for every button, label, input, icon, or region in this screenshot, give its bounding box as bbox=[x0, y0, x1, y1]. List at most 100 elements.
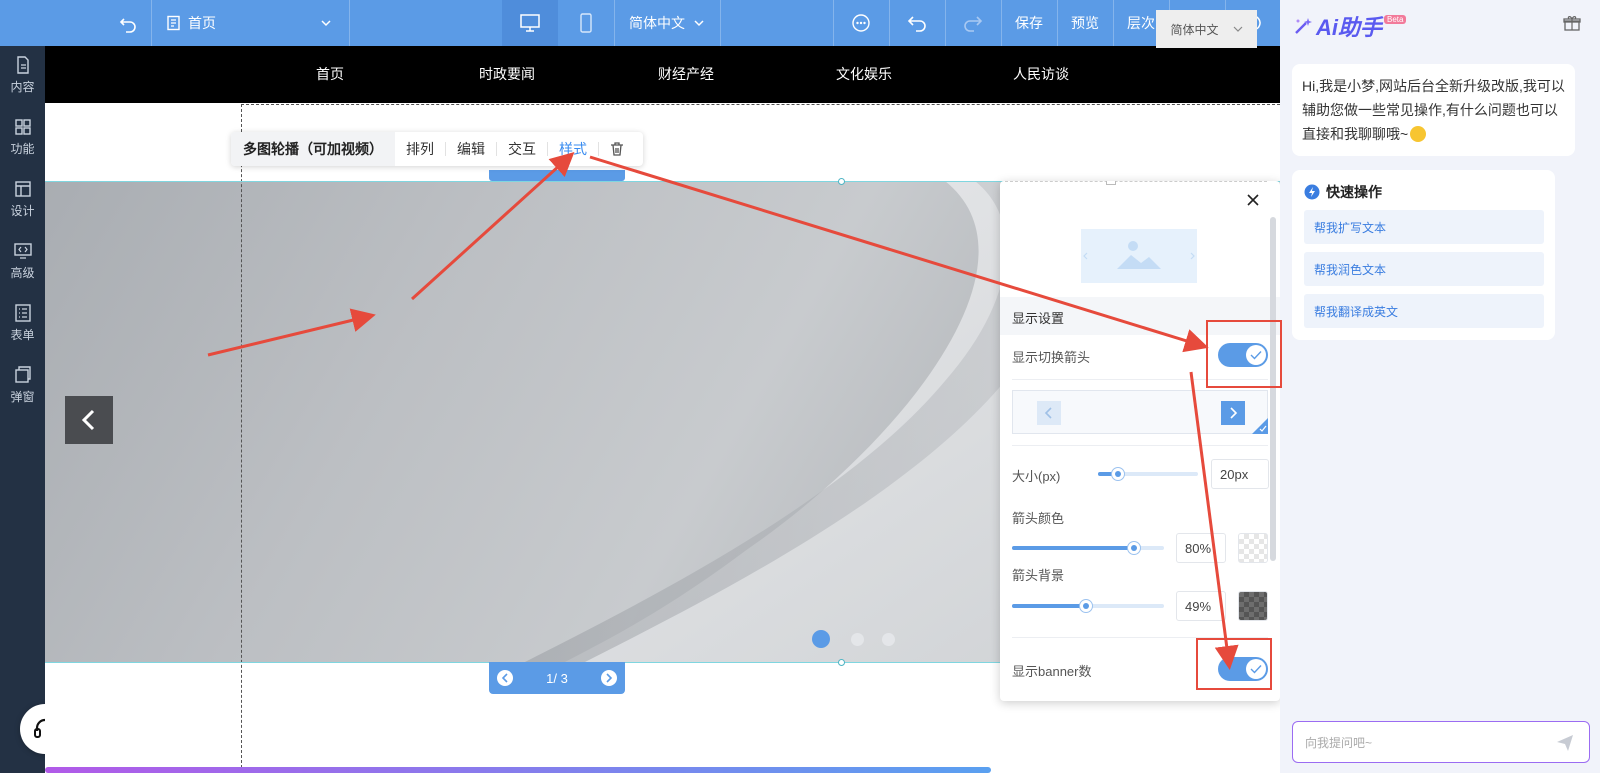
edit-button[interactable]: 编辑 bbox=[446, 142, 497, 156]
panel-scrollbar[interactable] bbox=[1270, 217, 1276, 561]
undo-icon bbox=[907, 16, 926, 32]
ai-title: Ai助手 bbox=[1316, 15, 1383, 40]
carousel-dot[interactable] bbox=[851, 633, 864, 646]
language-label: 简体中文 bbox=[629, 15, 685, 31]
preview-button[interactable]: 预览 bbox=[1057, 0, 1113, 46]
interact-button[interactable]: 交互 bbox=[497, 142, 548, 156]
page-select-label: 首页 bbox=[188, 15, 216, 31]
send-button[interactable] bbox=[1555, 733, 1575, 758]
ai-logo: Ai助手 Beta bbox=[1292, 10, 1407, 42]
close-icon bbox=[1247, 194, 1259, 206]
site-language-select[interactable]: 简体中文 bbox=[1156, 10, 1257, 48]
slider-thumb[interactable] bbox=[1126, 541, 1141, 555]
trash-icon bbox=[611, 142, 623, 156]
redo-button[interactable] bbox=[945, 0, 1001, 46]
editor-topbar: 首页 简体中文 保存 预览 层次 bbox=[0, 0, 1280, 46]
ai-chat-input[interactable]: 向我提问吧~ bbox=[1292, 721, 1590, 763]
page-select[interactable]: 首页 bbox=[166, 0, 346, 46]
pager-text: 1/ 3 bbox=[546, 670, 568, 686]
more-icon bbox=[852, 14, 870, 32]
arrow-bg-swatch[interactable] bbox=[1238, 591, 1268, 621]
save-button[interactable]: 保存 bbox=[1001, 0, 1057, 46]
site-nav-item-culture[interactable]: 文化娱乐 bbox=[836, 46, 892, 103]
carousel-prev-arrow[interactable] bbox=[65, 396, 113, 444]
arrow-color-opacity-input[interactable]: 80% bbox=[1176, 533, 1226, 563]
redo-icon bbox=[964, 16, 983, 32]
lightning-icon bbox=[1304, 184, 1320, 200]
element-title: 多图轮播（可加视频） bbox=[231, 132, 395, 166]
gift-icon bbox=[1563, 16, 1581, 31]
slider-thumb[interactable] bbox=[1111, 467, 1125, 481]
quick-actions-card: 快速操作 帮我扩写文本 帮我润色文本 帮我翻译成英文 bbox=[1292, 170, 1555, 340]
panel-anchor bbox=[1106, 181, 1116, 185]
arrow-color-label: 箭头颜色 bbox=[1012, 511, 1065, 526]
arrow-bg-opacity-slider[interactable] bbox=[1012, 599, 1164, 613]
sidebar-item-label: 功能 bbox=[10, 142, 35, 156]
ai-gift-button[interactable] bbox=[1563, 14, 1581, 37]
style-button[interactable]: 样式 bbox=[548, 142, 599, 156]
mobile-view-button[interactable] bbox=[558, 0, 614, 46]
site-nav-item-interviews[interactable]: 人民访谈 bbox=[1013, 46, 1069, 103]
slider-thumb[interactable] bbox=[1079, 599, 1094, 613]
resize-handle[interactable] bbox=[838, 659, 845, 666]
undo-icon bbox=[119, 18, 136, 33]
style-panel: 显示设置 显示切换箭头 大小(px) 20px 箭头颜色 80% 箭头背景 49… bbox=[1000, 181, 1280, 701]
carousel-style-preview[interactable] bbox=[1081, 229, 1197, 283]
size-label: 大小(px) bbox=[1012, 469, 1061, 484]
selected-corner-icon bbox=[1252, 418, 1268, 434]
arrow-bg-opacity-input[interactable]: 49% bbox=[1176, 591, 1226, 621]
undo-button[interactable] bbox=[889, 0, 945, 46]
site-nav-item-finance[interactable]: 财经产经 bbox=[658, 46, 714, 103]
annotation-box bbox=[1206, 320, 1282, 388]
pager-next-button[interactable] bbox=[601, 670, 617, 686]
mobile-icon bbox=[580, 13, 592, 33]
slider-fill bbox=[1012, 604, 1087, 608]
page-icon bbox=[167, 15, 180, 31]
quick-action-polish[interactable]: 帮我润色文本 bbox=[1304, 252, 1544, 286]
site-nav-item-home[interactable]: 首页 bbox=[316, 46, 344, 103]
smile-icon bbox=[1410, 126, 1427, 142]
sidebar-item-label: 表单 bbox=[10, 328, 35, 342]
slider-fill bbox=[1012, 546, 1134, 550]
ai-greeting-bubble: Hi,我是小梦,网站后台全新升级改版,我可以辅助您做一些常见操作,有什么问题也可… bbox=[1292, 64, 1575, 156]
arrow-color-swatch[interactable] bbox=[1238, 533, 1268, 563]
back-button[interactable] bbox=[108, 0, 148, 46]
sidebar-item-functions[interactable]: 功能 bbox=[0, 108, 45, 166]
form-icon bbox=[14, 304, 31, 322]
sidebar-item-design[interactable]: 设计 bbox=[0, 170, 45, 228]
sidebar-item-advanced[interactable]: 高级 bbox=[0, 232, 45, 290]
quick-action-translate[interactable]: 帮我翻译成英文 bbox=[1304, 294, 1544, 328]
language-select[interactable]: 简体中文 bbox=[614, 0, 720, 46]
arrow-preview-left bbox=[1037, 401, 1061, 425]
show-arrows-label: 显示切换箭头 bbox=[1012, 350, 1091, 365]
delete-button[interactable] bbox=[599, 141, 635, 157]
arrange-button[interactable]: 排列 bbox=[395, 142, 446, 156]
carousel-dot-active[interactable] bbox=[812, 630, 830, 648]
size-slider[interactable] bbox=[1098, 467, 1198, 481]
arrow-bg-label: 箭头背景 bbox=[1012, 568, 1065, 583]
site-nav-item-politics[interactable]: 时政要闻 bbox=[479, 46, 535, 103]
size-input[interactable]: 20px bbox=[1211, 459, 1269, 489]
close-panel-button[interactable] bbox=[1246, 193, 1260, 210]
carousel-dot[interactable] bbox=[882, 633, 895, 646]
arrow-style-option[interactable] bbox=[1012, 390, 1268, 434]
resize-handle[interactable] bbox=[838, 178, 845, 185]
more-button[interactable] bbox=[833, 0, 889, 46]
annotation-box bbox=[1196, 638, 1272, 690]
sparkle-icon bbox=[1295, 18, 1312, 34]
quick-action-expand[interactable]: 帮我扩写文本 bbox=[1304, 210, 1544, 244]
sidebar-item-popup[interactable]: 弹窗 bbox=[0, 356, 45, 414]
image-placeholder-icon bbox=[1083, 241, 1195, 269]
chevron-left-icon bbox=[1044, 407, 1052, 419]
pager-prev-button[interactable] bbox=[497, 670, 513, 686]
chevron-right-icon bbox=[606, 673, 613, 683]
chevron-left-icon bbox=[501, 673, 508, 683]
desktop-view-button[interactable] bbox=[502, 0, 558, 46]
carousel-pager-top bbox=[489, 170, 625, 181]
content-icon bbox=[16, 56, 29, 74]
arrow-preview-right bbox=[1221, 401, 1245, 425]
arrow-color-opacity-slider[interactable] bbox=[1012, 541, 1164, 555]
site-navigation: 首页 时政要闻 财经产经 文化娱乐 人民访谈 bbox=[45, 46, 1280, 103]
sidebar-item-content[interactable]: 内容 bbox=[0, 46, 45, 104]
sidebar-item-form[interactable]: 表单 bbox=[0, 294, 45, 352]
